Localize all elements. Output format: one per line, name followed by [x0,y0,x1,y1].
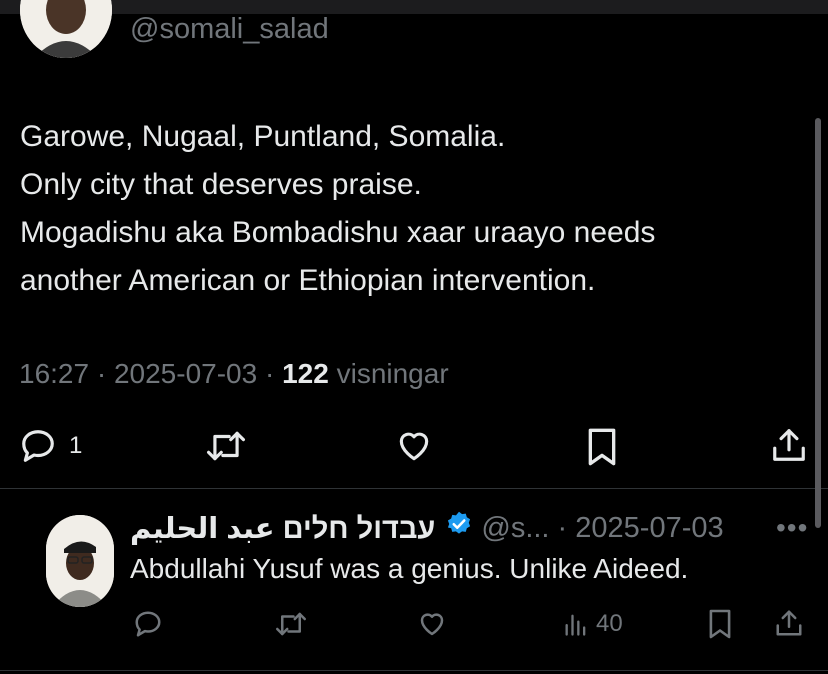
share-icon [776,610,802,636]
views-count[interactable]: 122 [282,358,329,389]
share-icon [773,429,805,461]
meta-separator: · [89,358,114,389]
like-icon [399,432,429,461]
author-avatar[interactable] [20,0,112,58]
reply-like-button[interactable] [416,609,448,639]
tweet-time[interactable]: 16:27 [19,358,89,389]
scrollbar[interactable] [815,118,821,528]
more-icon[interactable]: ••• [776,512,808,544]
retweet-icon [206,431,245,461]
tweet-text-line: Only city that deserves praise. [20,168,422,201]
reply-reply-button[interactable] [133,609,163,639]
bookmark-button[interactable] [585,427,619,467]
author-handle[interactable]: @somali_salad [130,13,329,46]
tweet-text-line: Mogadishu aka Bombadishu xaar uraayo nee… [20,216,656,249]
like-button[interactable] [394,427,434,465]
reply-display-name[interactable]: עבדול חלים عبد الحليم [130,511,435,546]
reply-icon [22,430,54,462]
reply-text: Abdullahi Yusuf was a genius. Unlike Aid… [130,553,689,584]
divider [0,488,828,489]
reply-retweet-button[interactable] [274,609,308,639]
meta-separator: · [257,358,283,389]
reply-handle[interactable]: @s... [481,512,549,545]
reply-avatar[interactable] [46,515,114,607]
tweet-text: Garowe, Nugaal, Puntland, Somalia. Only … [20,113,810,305]
tweet-text-line: Garowe, Nugaal, Puntland, Somalia. [20,120,506,153]
retweet-icon [276,612,306,636]
reply-bookmark-button[interactable] [707,608,733,640]
reply-views-count: 40 [596,610,623,637]
bookmark-icon [588,428,616,466]
share-button[interactable] [770,425,808,465]
reply-button[interactable]: 1 [19,427,82,465]
reply-share-button[interactable] [774,607,804,639]
like-icon [420,613,444,636]
meta-separator: · [549,511,576,544]
verified-badge-icon [445,510,473,546]
views-label: visningar [328,358,449,389]
tweet-date[interactable]: 2025-07-03 [114,358,257,389]
reply-date[interactable]: 2025-07-03 [575,512,723,545]
views-icon [565,614,586,636]
divider [0,670,828,671]
reply-header: עבדול חלים عبد الحليم @s... · 2025-07-03 [130,508,724,548]
reply-icon [135,611,161,637]
bookmark-icon [709,609,731,639]
retweet-button[interactable] [205,427,247,465]
tweet-meta: 16:27 · 2025-07-03 · 122 visningar [19,358,449,390]
tweet-text-line: another American or Ethiopian interventi… [20,264,596,297]
reply-count: 1 [69,432,83,459]
top-bar [0,0,828,14]
reply-views-button[interactable]: 40 [562,609,623,639]
